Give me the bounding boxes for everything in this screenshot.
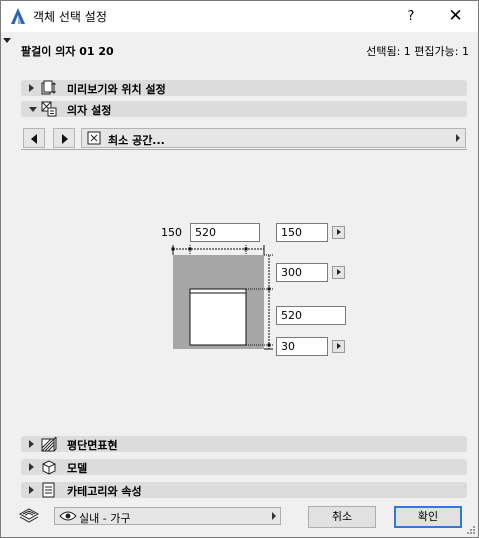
layer-value: 실내 - 가구 <box>79 512 131 525</box>
min-space-icon <box>87 131 101 145</box>
panel-category-properties[interactable]: 카테고리와 속성 <box>21 482 467 498</box>
help-button[interactable]: ? <box>395 1 427 32</box>
floor-plan-icon <box>41 436 57 452</box>
arrow-left-icon <box>31 134 37 144</box>
model-cube-icon <box>42 460 56 475</box>
right-clearance-spin-button[interactable] <box>332 226 345 239</box>
back-clearance-field[interactable]: 30 <box>276 337 328 356</box>
ok-button[interactable]: 확인 <box>394 506 462 528</box>
close-button[interactable]: ✕ <box>433 1 478 32</box>
panel-model[interactable]: 모델 <box>21 459 467 475</box>
panel-label: 의자 설정 <box>67 104 112 117</box>
expand-arrow-icon <box>29 84 34 92</box>
eye-icon <box>59 511 77 521</box>
front-clearance-spin-button[interactable] <box>332 266 345 279</box>
dropdown-arrow-icon <box>272 512 276 520</box>
resize-grip-icon[interactable] <box>466 525 476 535</box>
panel-chair-settings[interactable]: 의자 설정 <box>21 101 467 117</box>
object-settings-dialog: 객체 선택 설정 ? ✕ 팔걸이 의자 01 20 선택됨: 1 편집가능: 1… <box>0 0 479 538</box>
back-clearance-spin-button[interactable] <box>332 340 345 353</box>
selection-info: 선택됨: 1 편집가능: 1 <box>366 45 469 58</box>
dropdown-arrow-icon <box>456 134 460 142</box>
collapse-header-icon[interactable] <box>3 38 11 43</box>
chair-settings-icon <box>41 101 57 117</box>
category-list-icon <box>42 482 55 498</box>
panel-label: 카테고리와 속성 <box>67 485 142 498</box>
preview-position-icon <box>41 80 56 95</box>
expand-arrow-icon <box>29 486 34 494</box>
panel-label: 모델 <box>67 462 88 475</box>
chair-outline <box>189 288 247 346</box>
clearance-diagram <box>171 245 273 350</box>
object-name: 팔걸이 의자 01 20 <box>21 45 114 58</box>
expand-arrow-icon <box>29 440 34 448</box>
panel-floor-plan[interactable]: 평단면표현 <box>21 436 467 452</box>
arrow-right-icon <box>62 134 68 144</box>
panel-label: 미리보기와 위치 설정 <box>67 83 166 96</box>
layers-icon <box>19 508 39 523</box>
current-page-label: 최소 공간... <box>108 134 165 147</box>
title-bar[interactable]: 객체 선택 설정 ? ✕ <box>1 1 478 32</box>
expand-arrow-icon <box>29 463 34 471</box>
panel-label: 평단면표현 <box>67 439 118 452</box>
right-clearance-field[interactable]: 150 <box>276 223 328 242</box>
collapse-arrow-icon <box>29 107 37 112</box>
front-clearance-field[interactable]: 300 <box>276 263 328 282</box>
page-navigation: 최소 공간... <box>21 128 467 150</box>
layer-dropdown[interactable]: 실내 - 가구 <box>54 507 281 525</box>
next-page-button[interactable] <box>53 128 75 148</box>
window-title: 객체 선택 설정 <box>33 10 107 24</box>
left-clearance-label: 150 <box>161 226 182 239</box>
page-selector[interactable]: 최소 공간... <box>81 128 466 148</box>
chair-width-field[interactable]: 520 <box>190 223 260 242</box>
prev-page-button[interactable] <box>23 128 45 148</box>
panel-preview-position[interactable]: 미리보기와 위치 설정 <box>21 80 467 96</box>
chair-depth-field[interactable]: 520 <box>276 306 346 325</box>
cancel-button[interactable]: 취소 <box>308 506 376 528</box>
archicad-logo-icon <box>11 8 25 24</box>
